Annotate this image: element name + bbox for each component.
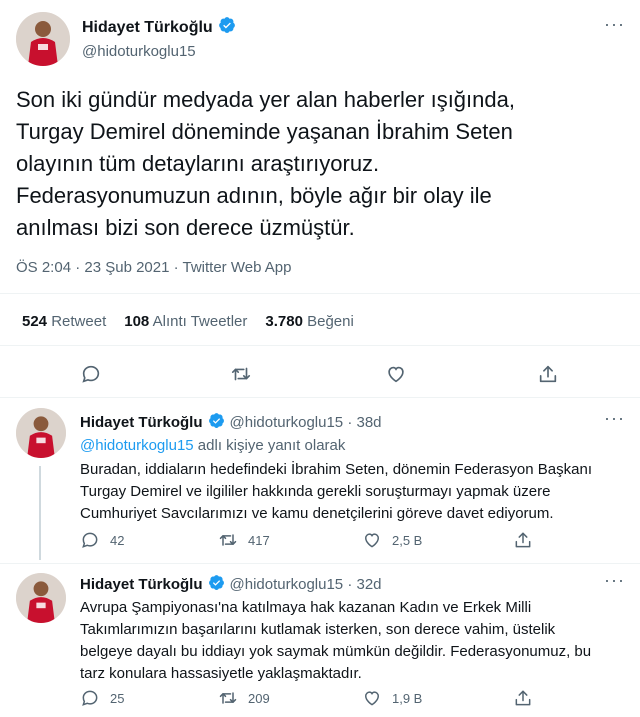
avatar[interactable] [16, 573, 66, 623]
retweet-stat[interactable]: 524 Retweet [22, 313, 106, 330]
tweet-text-line: anılması bizi son derece üzmüştür. [16, 215, 355, 240]
tweet-stats: 524 Retweet 108 Alıntı Tweetler 3.780 Be… [22, 313, 354, 330]
reply-to-label: adlı kişiye yanıt olarak [193, 437, 346, 454]
like-count: 1,9 B [392, 690, 423, 706]
reply-icon [82, 690, 98, 706]
author-name[interactable]: Hidayet Türkoğlu [80, 414, 203, 431]
author-handle-time[interactable]: @hidoturkoglu15 · 38d [230, 414, 382, 431]
tweet-text-line: Federasyonumuzun adının, böyle ağır bir … [16, 183, 492, 208]
tweet-text-line: Turgay Demirel döneminde yaşanan İbrahim… [16, 119, 513, 144]
divider [0, 397, 640, 398]
more-icon[interactable]: ··· [604, 14, 625, 35]
quote-stat[interactable]: 108 Alıntı Tweetler [124, 313, 247, 330]
like-stat[interactable]: 3.780 Beğeni [265, 313, 353, 330]
divider [0, 345, 640, 346]
avatar[interactable] [16, 12, 70, 66]
share-button[interactable] [513, 530, 533, 550]
tweet-text-line: Son iki gündür medyada yer alan haberler… [16, 87, 515, 112]
author-name[interactable]: Hidayet Türkoğlu [82, 19, 213, 37]
retweet-icon [219, 534, 237, 546]
like-icon [364, 691, 380, 706]
reply-text-line: Turgay Demirel ve ilgililer hakkında ger… [80, 483, 551, 500]
retweet-button[interactable]: 209 [218, 688, 270, 708]
reply-to-link[interactable]: @hidoturkoglu15 [80, 437, 194, 454]
share-icon[interactable] [537, 363, 559, 385]
retweet-icon[interactable] [230, 363, 252, 385]
retweet-count: 417 [248, 532, 270, 548]
verified-badge-icon [208, 574, 225, 595]
share-icon [515, 532, 531, 548]
reply-header: Hidayet Türkoğlu @hidoturkoglu15 · 38d [80, 412, 382, 433]
more-icon[interactable]: ··· [604, 408, 625, 429]
more-icon[interactable]: ··· [604, 570, 625, 591]
tweet-text-line: olayının tüm detaylarını araştırıyoruz. [16, 151, 380, 176]
reply-text-line: tarz konulara hassasiyetle yaklaşmaktadı… [80, 665, 362, 682]
author-name[interactable]: Hidayet Türkoğlu [80, 576, 203, 593]
reply-count: 25 [110, 690, 125, 706]
like-button[interactable]: 1,9 B [362, 688, 422, 708]
divider [0, 293, 640, 294]
author-handle-time[interactable]: @hidoturkoglu15 · 32d [230, 576, 382, 593]
share-icon [515, 690, 531, 706]
retweet-icon [219, 692, 237, 704]
verified-badge-icon [218, 16, 236, 39]
avatar[interactable] [16, 408, 66, 458]
tweet-meta[interactable]: ÖS 2:04 · 23 Şub 2021 · Twitter Web App [16, 259, 291, 276]
like-icon[interactable] [385, 363, 407, 385]
thread-connector [39, 466, 41, 560]
divider [0, 563, 640, 564]
reply-icon[interactable] [80, 363, 102, 385]
like-count: 2,5 B [392, 532, 423, 548]
verified-badge-icon [208, 412, 225, 433]
reply-header: Hidayet Türkoğlu @hidoturkoglu15 · 32d [80, 574, 382, 595]
author-handle[interactable]: @hidoturkoglu15 [82, 43, 236, 60]
reply-text: Avrupa Şampiyonası'na katılmaya hak kaza… [80, 597, 591, 685]
retweet-count: 209 [248, 690, 270, 706]
reply-text-line: belgeye dayalı bu iddiayı yok saymak müm… [80, 643, 592, 660]
reply-button[interactable]: 42 [80, 530, 124, 550]
author-info: Hidayet Türkoğlu @hidoturkoglu15 [82, 16, 236, 60]
reply-button[interactable]: 25 [80, 688, 124, 708]
reply-text-line: Cumhuriyet Savcılarımızı ve kamu denetçi… [80, 505, 554, 522]
reply-text-line: Takımlarımızın başarılarını kutlamak ist… [80, 621, 556, 638]
reply-text-line: Buradan, iddiaların hedefindeki İbrahim … [80, 461, 592, 478]
reply-context: @hidoturkoglu15 adlı kişiye yanıt olarak [80, 437, 345, 454]
reply-text: Buradan, iddiaların hedefindeki İbrahim … [80, 459, 592, 525]
retweet-button[interactable]: 417 [218, 530, 270, 550]
reply-count: 42 [110, 532, 125, 548]
like-icon [364, 533, 380, 548]
share-button[interactable] [513, 688, 533, 708]
reply-text-line: Avrupa Şampiyonası'na katılmaya hak kaza… [80, 599, 532, 616]
reply-icon [82, 532, 98, 548]
like-button[interactable]: 2,5 B [362, 530, 422, 550]
tweet-text: Son iki gündür medyada yer alan haberler… [16, 84, 515, 244]
